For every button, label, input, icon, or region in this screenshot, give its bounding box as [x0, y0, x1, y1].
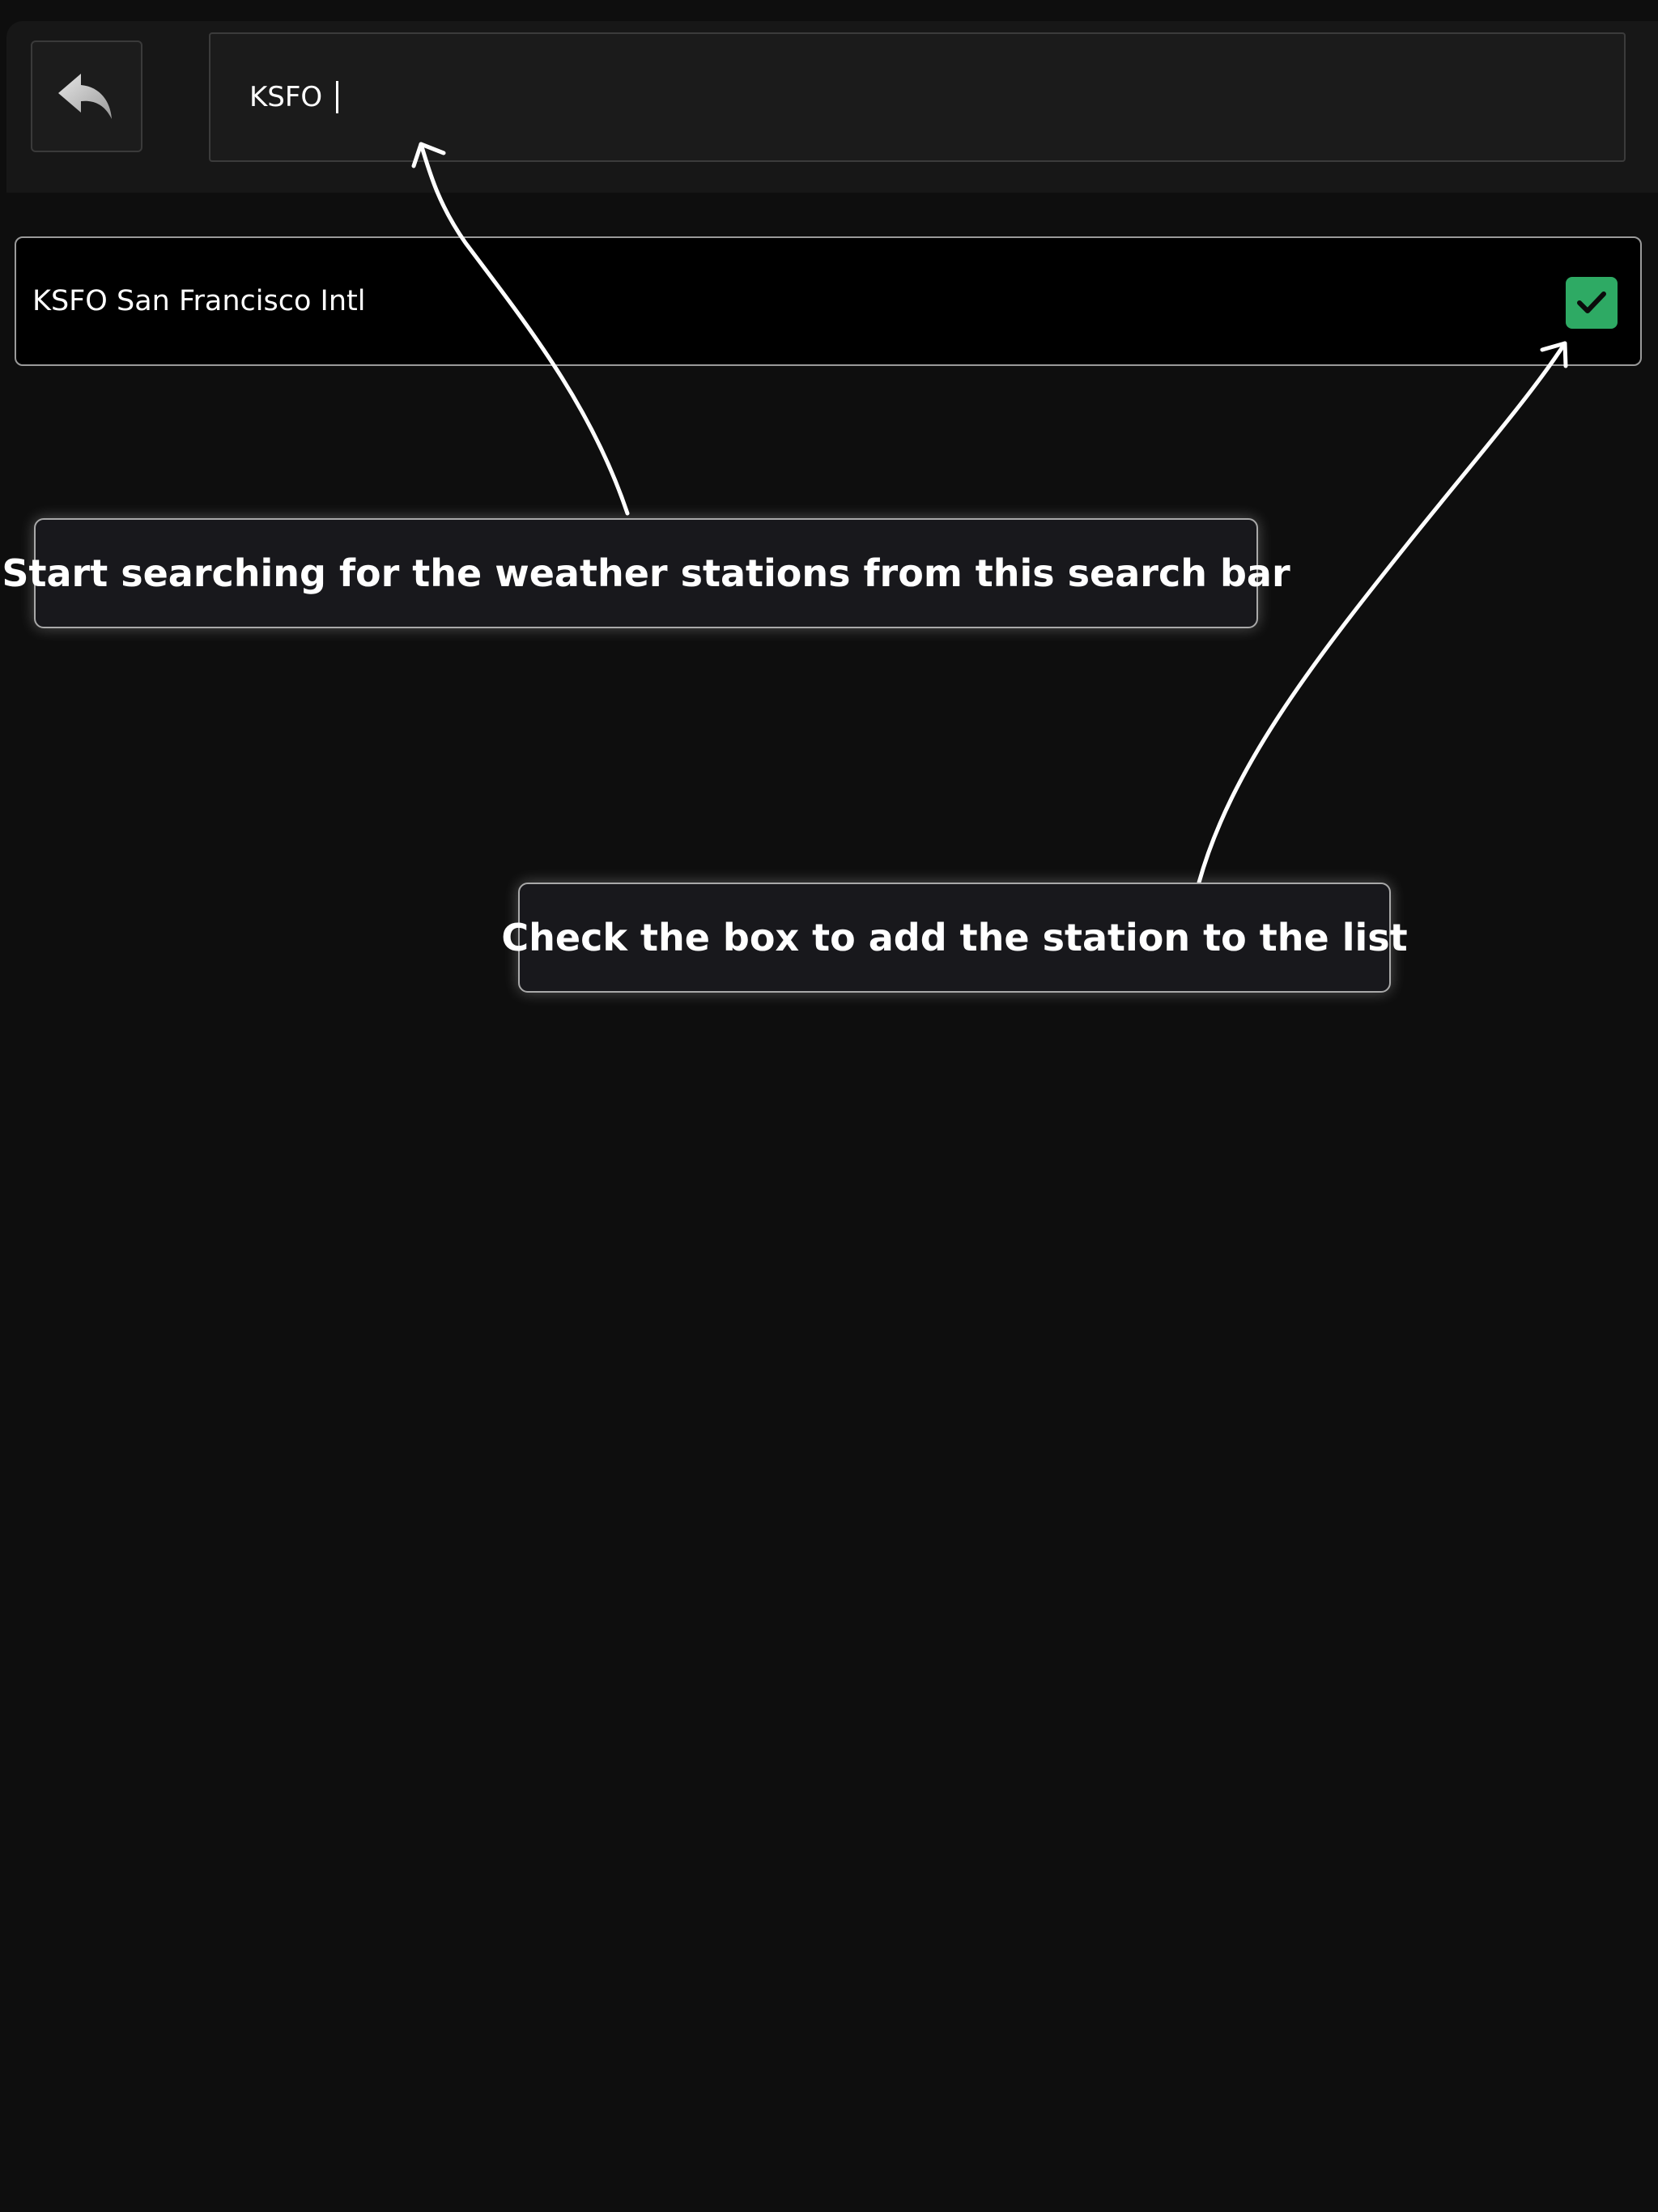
station-result-row[interactable]: KSFO San Francisco Intl — [15, 236, 1642, 366]
station-checkbox[interactable] — [1566, 277, 1618, 329]
page: KSFO KSFO San Francisco Intl Start searc… — [0, 0, 1658, 2212]
reply-arrow-icon — [58, 74, 112, 119]
text-caret — [336, 81, 339, 113]
search-bar[interactable]: KSFO — [209, 32, 1626, 162]
tutorial-callout-search: Start searching for the weather stations… — [2, 518, 1290, 628]
back-button[interactable] — [31, 40, 142, 152]
station-result-label: KSFO San Francisco Intl — [32, 285, 366, 317]
search-input[interactable]: KSFO — [249, 81, 331, 113]
tutorial-callout-checkbox: Check the box to add the station to the … — [501, 883, 1408, 993]
checkmark-icon — [1577, 291, 1606, 313]
